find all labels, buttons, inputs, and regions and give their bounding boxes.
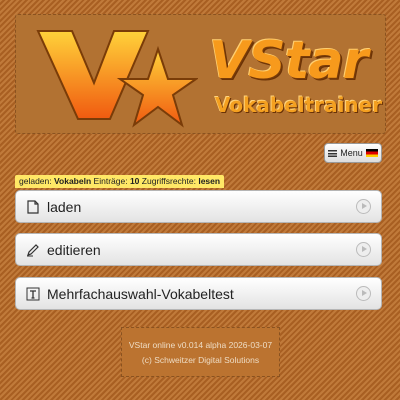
multiple-choice-test-label: Mehrfachauswahl-Vokabeltest: [47, 285, 234, 302]
arrow-right-icon: [356, 242, 371, 257]
german-flag-icon[interactable]: [365, 149, 378, 157]
status-rights-label: Zugriffsrechte:: [141, 176, 196, 186]
arrow-right-icon: [356, 286, 371, 301]
edit-button[interactable]: editieren: [15, 233, 382, 266]
brand-title: VStar: [209, 31, 368, 91]
status-loaded-label: geladen:: [19, 176, 52, 186]
menu-button[interactable]: Menu: [324, 143, 382, 163]
text-format-icon: [26, 287, 40, 301]
load-button-label: laden: [47, 198, 82, 215]
pencil-icon: [26, 243, 40, 257]
status-entries-value: 10: [129, 176, 140, 186]
edit-button-label: editieren: [47, 241, 101, 258]
status-rights-value: lesen: [198, 176, 221, 186]
status-bar: geladen: Vokabeln Einträge: 10 Zugriffsr…: [15, 175, 225, 188]
arrow-right-icon: [356, 199, 371, 214]
version-text: VStar online v0.014 alpha 2026-03-07: [128, 339, 273, 350]
brand-subtitle: Vokabeltrainer: [215, 93, 383, 117]
copyright-text: (c) Schweitzer Digital Solutions: [141, 354, 260, 365]
footer: VStar online v0.014 alpha 2026-03-07 (c)…: [121, 327, 280, 377]
hamburger-icon: [328, 149, 338, 157]
vstar-logo-icon: [36, 30, 198, 128]
multiple-choice-test-button[interactable]: Mehrfachauswahl-Vokabeltest: [15, 277, 382, 310]
status-loaded-value: Vokabeln: [54, 176, 92, 186]
load-button[interactable]: laden: [15, 190, 382, 223]
app-header: VStar Vokabeltrainer: [15, 14, 386, 134]
status-entries-label: Einträge:: [93, 176, 128, 186]
document-icon: [26, 199, 40, 214]
menu-label: Menu: [340, 148, 363, 158]
